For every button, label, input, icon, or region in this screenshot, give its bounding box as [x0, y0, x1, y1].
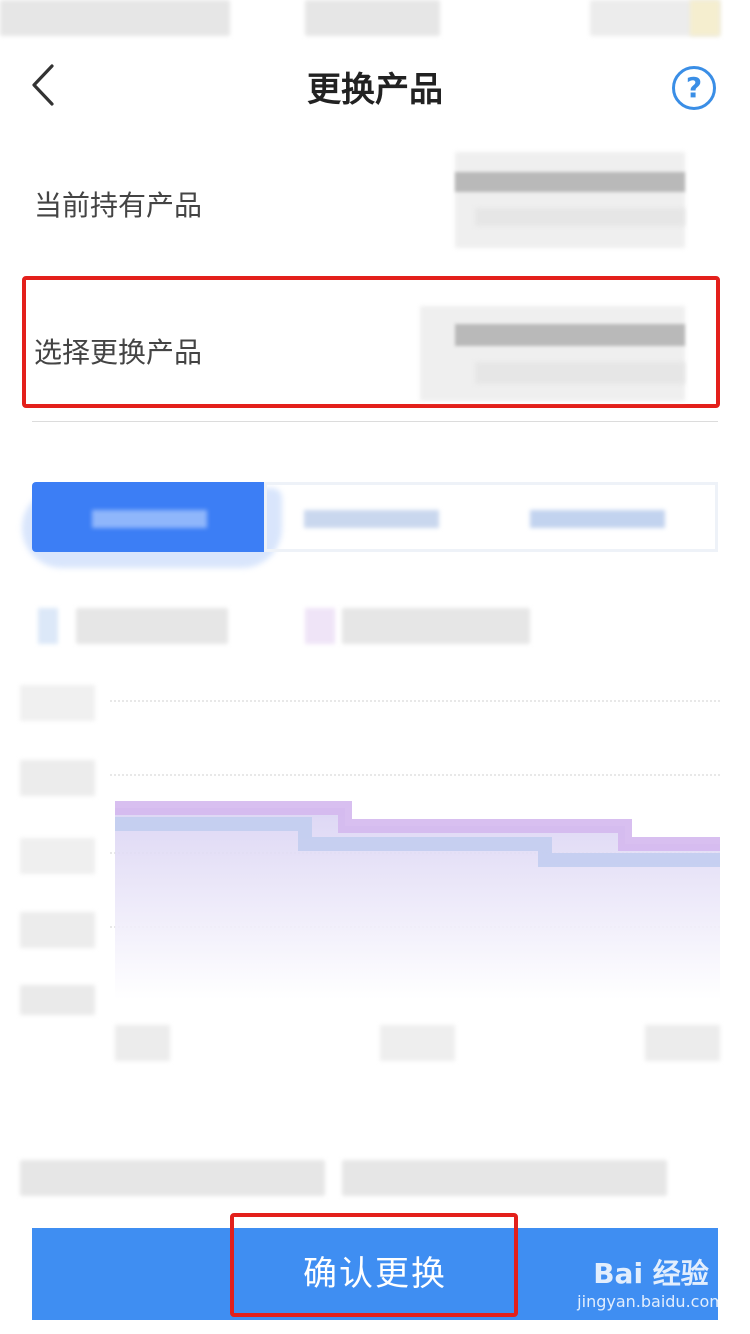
select-product-value: [420, 306, 705, 401]
y-axis-label-4: [20, 912, 95, 948]
footnote-text-2: [342, 1160, 667, 1196]
y-axis-label-1: [20, 685, 95, 721]
performance-chart: [115, 800, 720, 1000]
chart-svg: [115, 801, 720, 1000]
x-axis-label-3: [645, 1025, 720, 1061]
watermark-url: jingyan.baidu.com: [577, 1292, 725, 1311]
tab-3[interactable]: [490, 482, 718, 552]
current-product-value: [440, 152, 685, 248]
tab-2[interactable]: [264, 482, 489, 552]
status-bar: [0, 0, 750, 40]
page-title: 更换产品: [307, 70, 443, 110]
x-axis-label-2: [380, 1025, 455, 1061]
legend-label-2: [342, 608, 530, 644]
y-axis-label-5: [20, 985, 95, 1015]
select-product-label: 选择更换产品: [34, 336, 203, 369]
baidu-watermark: Bai 经验 jingyan.baidu.com: [566, 1252, 736, 1322]
footnote-text-1: [20, 1160, 325, 1196]
watermark-brand: Bai 经验: [593, 1257, 709, 1290]
legend-label-1: [76, 608, 228, 644]
select-product-row[interactable]: 选择更换产品: [22, 276, 720, 408]
grid-line: [110, 700, 720, 702]
confirm-button-highlight: [230, 1213, 518, 1317]
current-product-label: 当前持有产品: [34, 189, 203, 222]
help-icon[interactable]: ?: [672, 66, 716, 110]
grid-line: [110, 774, 720, 776]
y-axis-label-3: [20, 838, 95, 874]
legend-marker-2: [305, 608, 335, 644]
y-axis-label-2: [20, 760, 95, 796]
legend-marker-1: [38, 608, 58, 644]
navigation-bar: 更换产品 ?: [0, 40, 750, 130]
section-divider: [32, 421, 718, 422]
x-axis-label-1: [115, 1025, 170, 1061]
tab-active[interactable]: [32, 482, 264, 552]
period-tabs: [32, 482, 718, 552]
